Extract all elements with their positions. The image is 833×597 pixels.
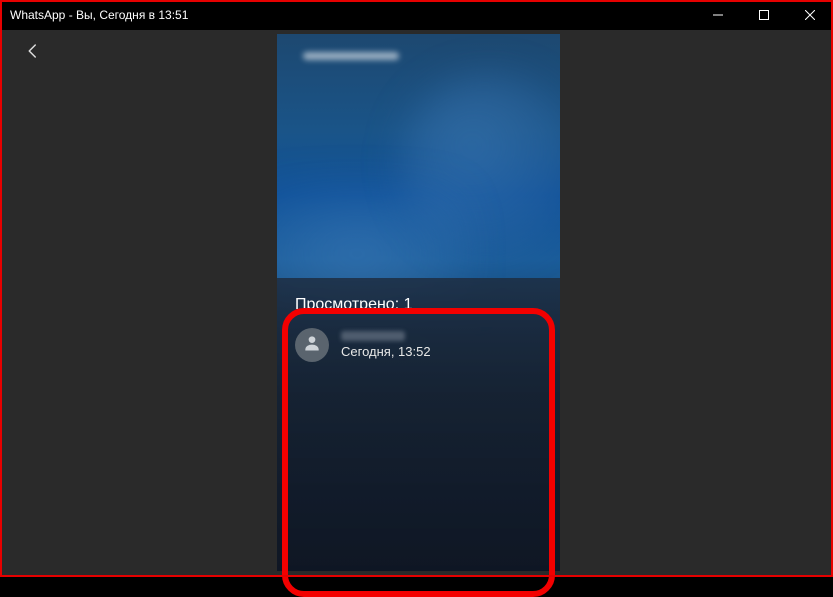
minimize-button[interactable] — [695, 0, 741, 30]
viewer-list-item[interactable]: Сегодня, 13:52 — [295, 328, 542, 362]
content-area: Просмотрено: 1 Сегодня, 13:52 — [2, 30, 831, 575]
window-controls — [695, 0, 833, 30]
close-button[interactable] — [787, 0, 833, 30]
maximize-button[interactable] — [741, 0, 787, 30]
window-titlebar: WhatsApp - Вы, Сегодня в 13:51 — [0, 0, 833, 30]
viewer-name-redacted — [341, 331, 405, 341]
viewed-by-panel: Просмотрено: 1 Сегодня, 13:52 — [277, 278, 560, 571]
window-title: WhatsApp - Вы, Сегодня в 13:51 — [10, 8, 695, 22]
viewed-by-title: Просмотрено: 1 — [295, 296, 542, 314]
avatar — [295, 328, 329, 362]
back-button[interactable] — [24, 42, 42, 65]
status-header-blur — [303, 52, 399, 60]
viewer-timestamp: Сегодня, 13:52 — [341, 344, 431, 359]
viewer-info: Сегодня, 13:52 — [341, 331, 431, 359]
person-icon — [302, 333, 322, 358]
status-image-viewer[interactable]: Просмотрено: 1 Сегодня, 13:52 — [277, 34, 560, 571]
